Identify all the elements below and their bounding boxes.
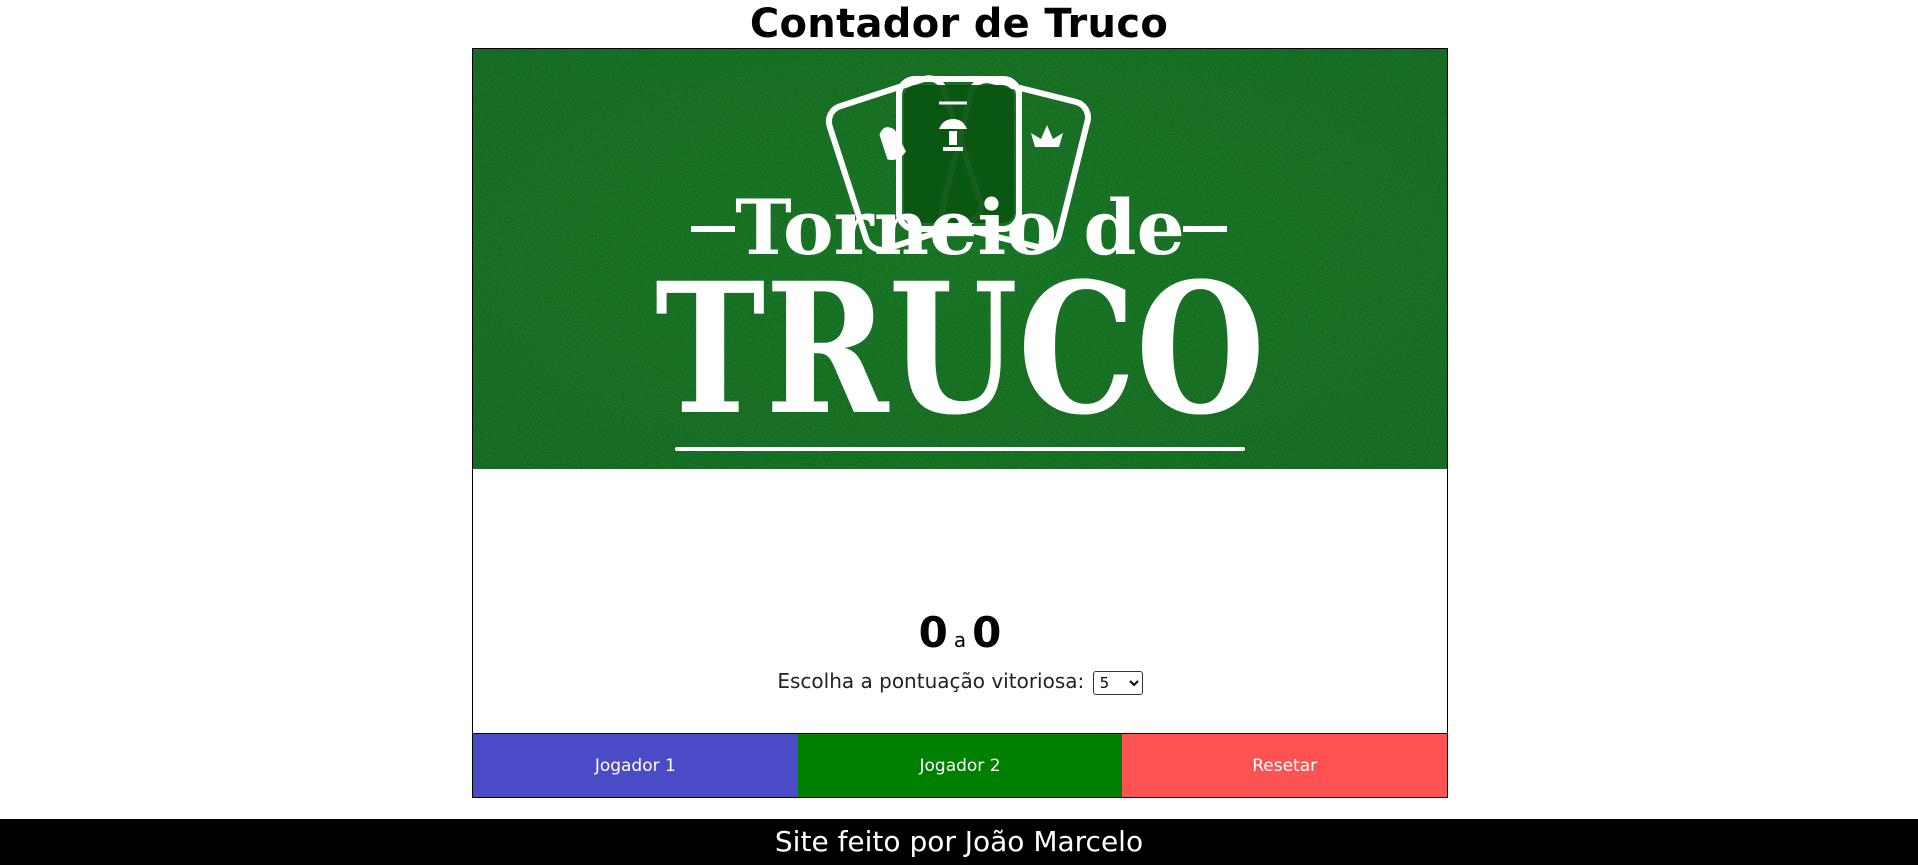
player2-button[interactable]: Jogador 2 — [797, 733, 1123, 797]
victory-points-select[interactable]: 5 — [1092, 670, 1143, 695]
player2-score: 0 — [972, 608, 1002, 657]
scoreboard-card: Torneio de TRUCO 0a0 Escolha a pontuação… — [472, 48, 1448, 798]
action-buttons: Jogador 1 Jogador 2 Resetar — [473, 733, 1448, 797]
page-title: Contador de Truco — [749, 1, 1169, 47]
score-area: 0a0 Escolha a pontuação vitoriosa: 5 — [473, 469, 1447, 733]
victory-label: Escolha a pontuação vitoriosa: — [777, 669, 1085, 693]
footer: Site feito por João Marcelo — [0, 819, 1918, 865]
score-display: 0a0 — [473, 609, 1447, 664]
banner-image: Torneio de TRUCO — [473, 49, 1447, 469]
player1-score: 0 — [918, 608, 948, 657]
victory-row: Escolha a pontuação vitoriosa: 5 — [473, 668, 1447, 695]
player1-button[interactable]: Jogador 1 — [473, 733, 798, 797]
reset-button[interactable]: Resetar — [1122, 733, 1448, 797]
banner-line2: TRUCO — [655, 244, 1265, 455]
score-separator: a — [953, 628, 967, 652]
